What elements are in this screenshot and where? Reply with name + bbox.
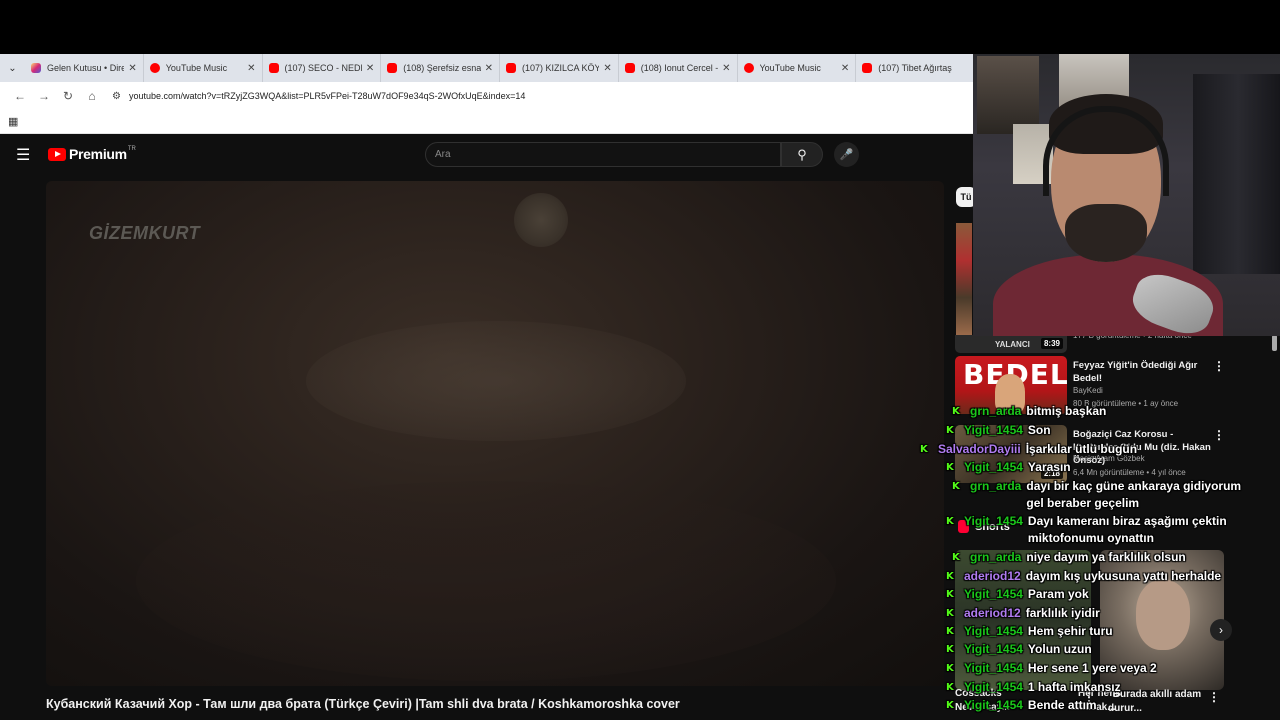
video-player[interactable]: GİZEMKURT — [46, 181, 944, 686]
tab-title: YouTube Music — [759, 63, 821, 73]
instagram-icon — [31, 63, 41, 73]
apps-grid-icon[interactable]: ▦ — [8, 115, 18, 128]
browser-tab[interactable]: (108) Şerefsiz esnaf ✕ — [381, 54, 500, 82]
tab-close-icon[interactable]: ✕ — [247, 63, 255, 74]
browser-tab[interactable]: (108) Ionut Cercel - N✕ — [619, 54, 738, 82]
browser-tab[interactable]: (107) SECO - NEDEN ✕ — [263, 54, 382, 82]
channel-name[interactable]: BayKedi — [1073, 386, 1103, 395]
sidebar-scrollbar[interactable] — [1272, 335, 1277, 351]
search-button[interactable]: ⚲ — [781, 142, 823, 167]
browser-tab[interactable]: (107) KIZILCA KÖYÜ Y ✕ — [500, 54, 619, 82]
url-text: youtube.com/watch?v=tRZyjZG3WQA&list=PLR… — [128, 91, 526, 101]
logo-text: Premium — [69, 146, 127, 162]
tab-close-icon[interactable]: ✕ — [128, 63, 136, 74]
home-icon[interactable]: ⌂ — [80, 84, 104, 108]
youtube-icon — [268, 63, 279, 73]
tab-close-icon[interactable]: ✕ — [722, 63, 730, 74]
video-cloud — [306, 321, 686, 441]
youtube-icon — [624, 63, 635, 73]
more-options-icon[interactable]: ⋮ — [1213, 428, 1225, 442]
video-thumbnail[interactable]: 2:18 — [955, 425, 1067, 483]
thumbnail-face — [995, 374, 1025, 414]
video-meta: 80 B görüntüleme • 1 ay önce — [1073, 399, 1179, 408]
duration-badge: 2:18 — [1040, 468, 1063, 479]
tab-close-icon[interactable]: ✕ — [841, 63, 849, 74]
video-shadow — [136, 481, 836, 681]
tab-title: (108) Ionut Cercel - N — [640, 63, 719, 73]
short-thumbnail[interactable] — [1100, 550, 1224, 690]
video-meta: 6,4 Mn görüntüleme • 4 yıl önce — [1073, 468, 1186, 477]
black-letterbox — [0, 0, 1280, 54]
youtube-icon — [387, 63, 398, 73]
back-arrow-icon[interactable]: ← — [8, 84, 32, 108]
video-thumbnail[interactable]: YALANCI 8:39 — [955, 335, 1067, 353]
video-title[interactable]: Feyyaz Yiğit'in Ödediği Ağır Bedel! — [1073, 359, 1213, 385]
browser-tab[interactable]: Gelen Kutusu • Direct ✕ — [25, 54, 144, 82]
voice-search-button[interactable]: 🎤 — [834, 142, 859, 167]
more-options-icon[interactable]: ⋮ — [1208, 690, 1220, 704]
video-thumbnail[interactable]: BEDEL — [955, 356, 1067, 414]
shorts-icon — [958, 520, 969, 533]
short-thumbnail[interactable] — [955, 550, 1091, 690]
search-icon: ⚲ — [797, 146, 807, 162]
short-face — [1136, 580, 1190, 650]
short-caption[interactable]: "Burada akıllı adam durur... — [1108, 688, 1208, 716]
shorts-section-title: Shorts — [958, 520, 1010, 533]
url-field[interactable]: ⚙ youtube.com/watch?v=tRZyjZG3WQA&list=P… — [112, 91, 525, 102]
video-moon — [514, 193, 568, 247]
youtube-icon — [506, 63, 516, 73]
site-info-icon[interactable]: ⚙ — [112, 91, 121, 102]
video-title: Кубанский Казачий Хор - Там шли два брат… — [46, 697, 680, 711]
browser-tab-strip: ⌄ Gelen Kutusu • Direct✕ YouTube Music✕ … — [0, 54, 975, 82]
hamburger-menu-icon[interactable]: ☰ — [16, 145, 30, 165]
recommended-video[interactable]: BEDEL Feyyaz Yiğit'in Ödediği Ağır Bedel… — [955, 356, 1255, 416]
tab-title: (108) Şerefsiz esnaf — [403, 63, 481, 73]
tab-close-icon[interactable]: ✕ — [366, 63, 374, 74]
logo-region: TR — [127, 146, 136, 152]
shorts-next-chevron-icon[interactable]: › — [1210, 619, 1232, 641]
channel-name[interactable]: Masis Aram Gözbek — [1073, 454, 1145, 463]
partial-thumbnail[interactable] — [956, 223, 972, 335]
tab-title: Gelen Kutusu • Direct — [47, 63, 124, 73]
youtube-icon — [862, 63, 873, 73]
hanging-clothes — [1193, 74, 1280, 274]
reload-icon[interactable]: ↻ — [56, 84, 80, 108]
forward-arrow-icon[interactable]: → — [32, 84, 56, 108]
search-input[interactable]: Ara — [425, 142, 781, 167]
more-options-icon[interactable]: ⋮ — [1213, 359, 1225, 373]
youtube-music-icon — [743, 63, 754, 73]
youtube-music-icon — [149, 63, 160, 73]
short-caption[interactable]: Cossacks — [955, 688, 1002, 699]
tab-title: YouTube Music — [165, 63, 228, 73]
tab-close-icon[interactable]: ✕ — [485, 63, 493, 74]
wall-poster — [977, 56, 1039, 134]
screen: ⌄ Gelen Kutusu • Direct✕ YouTube Music✕ … — [0, 0, 1280, 720]
duration-badge: 8:39 — [1040, 338, 1063, 349]
bookmarks-bar: ▦ — [0, 110, 975, 134]
tab-title: (107) SECO - NEDEN — [284, 63, 362, 73]
short-caption[interactable]: Never say... — [955, 702, 1010, 713]
address-bar: ← → ↻ ⌂ ⚙ youtube.com/watch?v=tRZyjZG3WQ… — [0, 82, 975, 110]
microphone-icon: 🎤 — [839, 149, 854, 161]
shorts-label: Shorts — [975, 520, 1010, 533]
tab-close-icon[interactable]: ✕ — [603, 63, 611, 74]
more-options-icon[interactable]: ⋮ — [1083, 690, 1095, 704]
video-watermark: GİZEMKURT — [89, 223, 201, 243]
tab-title: (107) KIZILCA KÖYÜ Y — [522, 63, 599, 73]
recommended-video[interactable]: 2:18 Boğaziçi Caz Korosu - Kızılcıklar O… — [955, 425, 1255, 485]
browser-tab[interactable]: (107) Tibet Ağırtaş — [856, 54, 975, 82]
browser-tab[interactable]: YouTube Music ✕ — [144, 54, 263, 82]
thumbnail-text: YALANCI — [995, 340, 1030, 349]
tab-search-chevron-icon[interactable]: ⌄ — [0, 54, 25, 82]
webcam-overlay — [973, 54, 1280, 336]
youtube-premium-logo[interactable]: Premium TR — [48, 146, 136, 162]
streamer-beard — [1065, 204, 1147, 262]
browser-tab[interactable]: YouTube Music ✕ — [738, 54, 857, 82]
youtube-header: ☰ Premium TR Ara ⚲ 🎤 — [0, 135, 975, 175]
youtube-play-logo-icon — [48, 147, 66, 161]
tab-title: (107) Tibet Ağırtaş — [878, 63, 952, 73]
